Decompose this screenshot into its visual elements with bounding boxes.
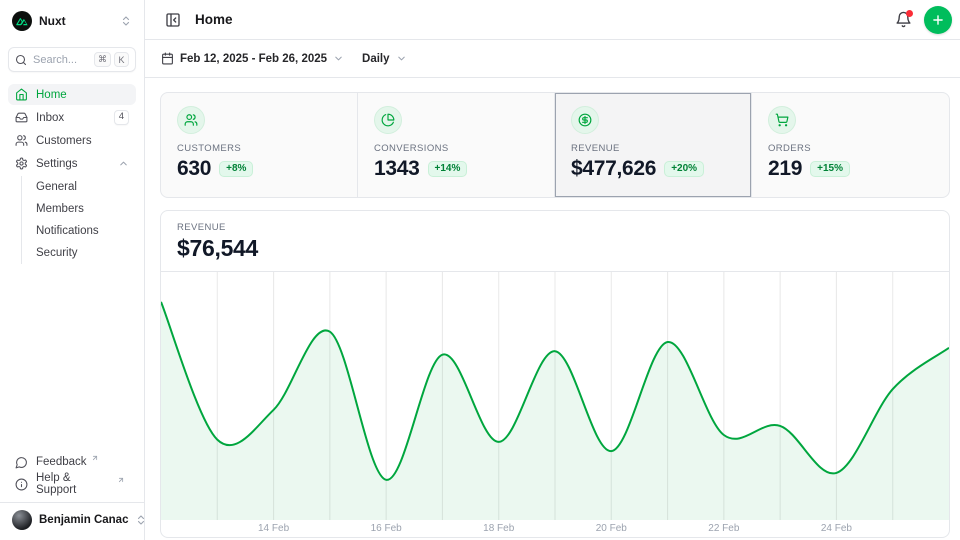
sidebar-item-settings[interactable]: Settings xyxy=(8,153,136,174)
chevron-up-icon xyxy=(118,158,129,169)
sidebar-item-security[interactable]: Security xyxy=(36,242,136,264)
search-placeholder: Search... xyxy=(33,54,77,66)
top-header: Home xyxy=(145,0,960,40)
stat-delta-badge: +8% xyxy=(219,161,253,177)
chevron-down-icon xyxy=(333,53,344,64)
external-link-icon xyxy=(91,454,99,462)
sidebar-nav: Home Inbox 4 Customers Settings xyxy=(8,84,136,264)
feedback-link[interactable]: Feedback xyxy=(8,451,136,473)
period-select[interactable]: Daily xyxy=(362,53,407,65)
nav-label: Home xyxy=(36,89,67,101)
add-button[interactable] xyxy=(924,6,952,34)
avatar xyxy=(12,510,32,530)
chevron-down-icon xyxy=(396,53,407,64)
sidebar-item-home[interactable]: Home xyxy=(8,84,136,105)
stat-value: 1343 xyxy=(374,157,420,181)
dashboard-content: CUSTOMERS 630 +8% CONVERSIONS 1343 +14% xyxy=(145,78,960,540)
users-icon xyxy=(15,134,28,147)
search-shortcut: ⌘ K xyxy=(94,52,129,67)
stats-strip: CUSTOMERS 630 +8% CONVERSIONS 1343 +14% xyxy=(160,92,950,198)
x-axis-tick-label: 18 Feb xyxy=(483,523,514,534)
stat-orders[interactable]: ORDERS 219 +15% xyxy=(752,93,949,197)
main-panel: Home Feb 12, 2 xyxy=(145,0,960,540)
home-icon xyxy=(15,88,28,101)
revenue-area-chart xyxy=(161,272,949,520)
page-title: Home xyxy=(195,12,233,27)
chevrons-up-down-icon xyxy=(120,15,132,27)
stat-delta-badge: +14% xyxy=(428,161,468,177)
stat-value: $477,626 xyxy=(571,157,656,181)
header-actions xyxy=(891,6,952,34)
panel-left-close-icon xyxy=(165,12,181,28)
notification-dot xyxy=(906,10,913,17)
sidebar-spacer xyxy=(8,264,136,451)
gear-icon xyxy=(15,157,28,170)
x-axis-tick-label: 22 Feb xyxy=(708,523,739,534)
stat-label: CUSTOMERS xyxy=(177,143,341,154)
x-axis-ticks: 14 Feb 16 Feb 18 Feb 20 Feb 22 Feb 24 Feb xyxy=(161,520,949,537)
date-range-picker[interactable]: Feb 12, 2025 - Feb 26, 2025 xyxy=(161,52,344,65)
inbox-count-badge: 4 xyxy=(114,110,129,124)
plus-icon xyxy=(931,13,945,27)
users-icon xyxy=(177,106,205,134)
kbd-cmd: ⌘ xyxy=(94,52,111,67)
stat-label: REVENUE xyxy=(571,143,735,154)
cart-icon xyxy=(768,106,796,134)
period-value: Daily xyxy=(362,53,390,65)
x-axis-tick-label: 24 Feb xyxy=(821,523,852,534)
sidebar-item-general[interactable]: General xyxy=(36,176,136,198)
help-support-link[interactable]: Help & Support xyxy=(8,473,136,495)
chart-pie-icon xyxy=(374,106,402,134)
inbox-icon xyxy=(15,111,28,124)
stat-conversions[interactable]: CONVERSIONS 1343 +14% xyxy=(358,93,555,197)
notifications-button[interactable] xyxy=(891,7,916,32)
message-circle-icon xyxy=(15,456,28,469)
collapse-sidebar-button[interactable] xyxy=(161,8,185,32)
stat-label: CONVERSIONS xyxy=(374,143,538,154)
x-axis-tick-label: 20 Feb xyxy=(596,523,627,534)
search-input[interactable]: Search... ⌘ K xyxy=(8,47,136,72)
nuxt-logo-icon xyxy=(12,11,32,31)
revenue-chart-card: REVENUE $76,544 14 Feb 16 Feb 18 Feb 20 Feb… xyxy=(160,210,950,538)
nav-label: Settings xyxy=(36,158,78,170)
team-name: Nuxt xyxy=(39,14,66,28)
stat-value: 219 xyxy=(768,157,802,181)
nav-label: Inbox xyxy=(36,112,64,124)
filter-toolbar: Feb 12, 2025 - Feb 26, 2025 Daily xyxy=(145,40,960,78)
chart-label: REVENUE xyxy=(177,222,933,233)
stat-value: 630 xyxy=(177,157,211,181)
info-icon xyxy=(15,478,28,491)
chart-value: $76,544 xyxy=(177,235,933,262)
sidebar-item-notifications[interactable]: Notifications xyxy=(36,220,136,242)
sidebar: Nuxt Search... ⌘ K Home xyxy=(0,0,145,540)
link-label: Feedback xyxy=(36,456,87,468)
external-link-icon xyxy=(117,476,125,484)
calendar-icon xyxy=(161,52,174,65)
app-root: Nuxt Search... ⌘ K Home xyxy=(0,0,960,540)
chart-header: REVENUE $76,544 xyxy=(161,211,949,272)
x-axis-tick-label: 16 Feb xyxy=(371,523,402,534)
sidebar-item-inbox[interactable]: Inbox 4 xyxy=(8,107,136,128)
kbd-k: K xyxy=(114,52,129,67)
x-axis-tick-label: 14 Feb xyxy=(258,523,289,534)
user-name: Benjamin Canac xyxy=(39,514,128,526)
stat-delta-badge: +15% xyxy=(810,161,850,177)
link-label: Help & Support xyxy=(36,472,113,496)
sidebar-item-members[interactable]: Members xyxy=(36,198,136,220)
chart-plot-area xyxy=(161,272,949,520)
date-range-value: Feb 12, 2025 - Feb 26, 2025 xyxy=(180,53,327,65)
search-icon xyxy=(15,54,27,66)
dollar-circle-icon xyxy=(571,106,599,134)
settings-subnav: General Members Notifications Security xyxy=(21,176,136,264)
user-menu[interactable]: Benjamin Canac xyxy=(8,503,136,532)
stat-delta-badge: +20% xyxy=(664,161,704,177)
nav-label: Customers xyxy=(36,135,92,147)
stat-revenue[interactable]: REVENUE $477,626 +20% xyxy=(555,93,752,197)
team-switcher[interactable]: Nuxt xyxy=(8,8,136,34)
stat-customers[interactable]: CUSTOMERS 630 +8% xyxy=(161,93,358,197)
sidebar-item-customers[interactable]: Customers xyxy=(8,130,136,151)
stat-label: ORDERS xyxy=(768,143,933,154)
